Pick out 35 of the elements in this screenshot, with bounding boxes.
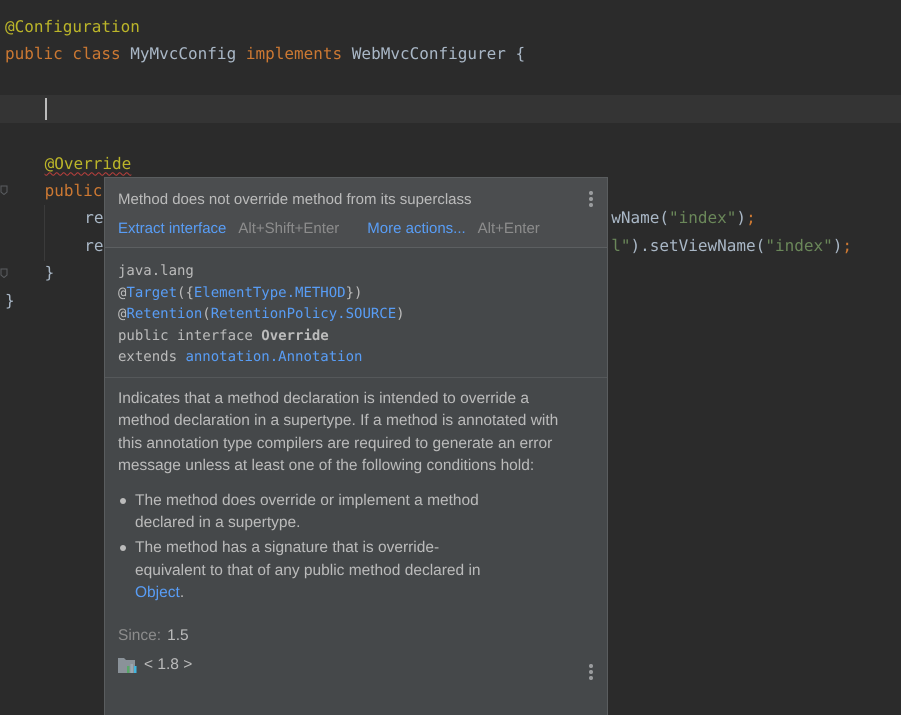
text-cursor <box>44 98 47 120</box>
code-line: @Configuration <box>5 16 140 37</box>
code-line: public class MyMvcConfig implements WebMvcConfigurer { <box>5 44 526 64</box>
signature-line: @Retention(RetentionPolicy.SOURCE) <box>118 305 406 324</box>
code-line: re <box>84 236 104 255</box>
bullet-icon <box>120 545 126 552</box>
code-line: l").setViewName("index"); <box>611 236 852 256</box>
description-text: Indicates that a method declaration is intended to override a method declaration in a supertype. If a method is annotated with this annotation type compilers are required to generate an error message unless at least one of the following conditions hold: <box>118 388 560 476</box>
bullet-icon <box>120 498 126 504</box>
shortcut-hint: Alt+Enter <box>478 220 540 237</box>
jdk-version-switcher[interactable]: < 1.8 > <box>144 654 192 677</box>
more-options-icon[interactable] <box>588 663 594 682</box>
shortcut-hint: Alt+Shift+Enter <box>238 220 340 237</box>
signature-line: @Target({ElementType.METHOD}) <box>118 284 364 302</box>
code-line: } <box>44 263 54 284</box>
doc-link[interactable]: Object <box>135 584 180 602</box>
fold-marker-icon[interactable] <box>0 185 8 196</box>
more-options-icon[interactable] <box>588 190 594 208</box>
signature-line: public interface Override <box>118 326 330 346</box>
code-line: re <box>84 208 104 228</box>
library-icon <box>118 657 138 674</box>
action-link[interactable]: Extract interface <box>118 220 226 237</box>
signature-line: java.lang <box>118 262 195 281</box>
fold-marker-icon[interactable] <box>0 268 8 278</box>
code-line: } <box>5 290 15 311</box>
code-line: public <box>44 181 102 202</box>
since-value: 1.5 <box>167 626 189 646</box>
bullet-text: The method does override or implement a method declared in a supertype. <box>135 490 480 534</box>
code-line: wName("index"); <box>611 208 756 228</box>
since-label: Since: <box>118 626 162 646</box>
signature-line: extends annotation.Annotation <box>118 348 364 367</box>
action-link[interactable]: More actions... <box>367 220 466 237</box>
bullet-text: The method has a signature that is override-equivalent to that of any public method declared in Object. <box>135 538 482 604</box>
inspection-message: Method does not override method from its superclass <box>118 190 472 208</box>
code-line: @Override <box>44 154 132 174</box>
